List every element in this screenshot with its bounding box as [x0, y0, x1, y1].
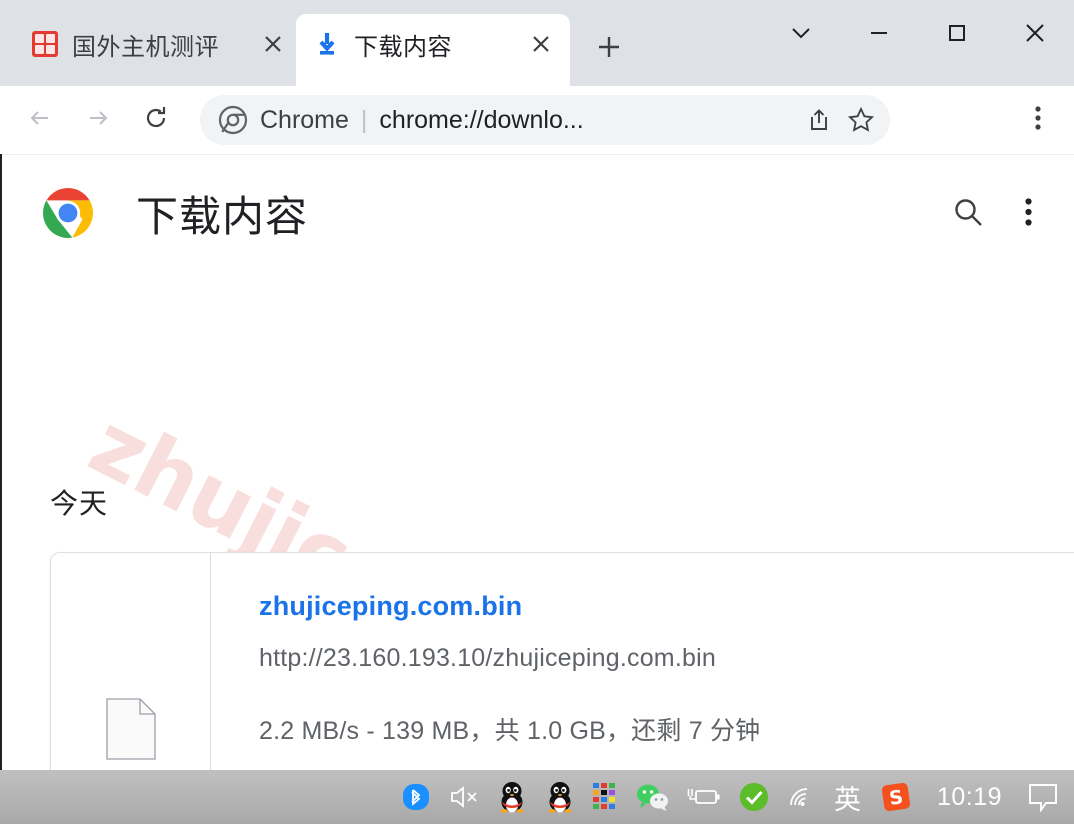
browser-window: 国外主机测评 下载内容 Chrome | chrome://downlo... …: [0, 0, 1074, 770]
notification-icon[interactable]: [1018, 770, 1068, 824]
forward-button[interactable]: [72, 94, 124, 146]
download-status-text: 2.2 MB/s - 139 MB，共 1.0 GB，还剩 7 分钟: [259, 717, 761, 745]
sogou-input-icon[interactable]: S: [871, 770, 921, 824]
chrome-icon: [218, 105, 248, 135]
window-controls: [762, 0, 1074, 70]
downloads-header-actions: [938, 184, 1058, 244]
download-item-card[interactable]: zhujiceping.com.bin http://23.160.193.10…: [50, 552, 1074, 770]
page-title: 下载内容: [136, 192, 309, 240]
square-icon: [945, 21, 969, 50]
color-grid-icon[interactable]: [584, 770, 626, 824]
search-downloads-button[interactable]: [938, 184, 998, 244]
wechat-icon[interactable]: [626, 770, 678, 824]
chrome-logo: [42, 187, 94, 239]
wifi-icon[interactable]: [778, 770, 824, 824]
download-file-icon-column: [51, 553, 211, 770]
tab-title: 国外主机测评: [72, 33, 219, 61]
arrow-left-icon: [26, 104, 54, 137]
battery-charging-icon[interactable]: [678, 770, 730, 824]
ime-indicator[interactable]: 英: [824, 778, 871, 817]
search-icon: [952, 196, 984, 233]
qq-icon-2[interactable]: [536, 770, 584, 824]
omnibox-scheme-label: Chrome: [260, 105, 349, 134]
close-icon[interactable]: [526, 29, 556, 59]
site-favicon-red: [32, 31, 58, 57]
browser-menu-button[interactable]: [1012, 94, 1064, 146]
tab-search-button[interactable]: [762, 0, 840, 70]
tab-title: 下载内容: [354, 33, 452, 61]
back-button[interactable]: [14, 94, 66, 146]
download-icon: [314, 31, 340, 57]
download-source-url: http://23.160.193.10/zhujiceping.com.bin: [259, 644, 716, 672]
download-filename-link[interactable]: zhujiceping.com.bin: [259, 591, 522, 622]
minimize-button[interactable]: [840, 0, 918, 70]
checkmark-green-icon[interactable]: [730, 770, 778, 824]
qq-icon[interactable]: [488, 770, 536, 824]
minus-icon: [867, 21, 891, 50]
star-icon[interactable]: [840, 99, 882, 141]
download-item-details: zhujiceping.com.bin http://23.160.193.10…: [211, 553, 1074, 770]
tab-strip: 国外主机测评 下载内容: [0, 0, 1074, 86]
close-window-button[interactable]: [996, 0, 1074, 70]
address-bar[interactable]: Chrome | chrome://downlo...: [200, 95, 890, 145]
windows-taskbar: 英 S 10:19: [0, 770, 1074, 824]
downloads-header: 下载内容: [0, 154, 1074, 272]
section-heading-today: 今天: [50, 488, 109, 519]
share-icon[interactable]: [798, 99, 840, 141]
speaker-muted-icon[interactable]: [440, 770, 488, 824]
new-tab-button[interactable]: [586, 26, 632, 72]
omnibox-separator: |: [360, 105, 368, 134]
plus-icon: [596, 34, 622, 65]
tab-site[interactable]: 国外主机测评: [14, 14, 302, 86]
reload-button[interactable]: [130, 94, 182, 146]
omnibox-url-text: chrome://downlo...: [379, 105, 584, 134]
arrow-right-icon: [84, 104, 112, 137]
taskbar-clock[interactable]: 10:19: [921, 783, 1018, 812]
three-dot-menu-icon: [1035, 105, 1041, 136]
browser-toolbar: Chrome | chrome://downlo...: [0, 86, 1074, 154]
reload-icon: [142, 104, 170, 137]
three-dot-menu-icon: [1024, 197, 1032, 232]
bluetooth-icon[interactable]: [392, 770, 440, 824]
file-icon: [105, 698, 156, 760]
chevron-down-icon: [789, 21, 813, 50]
downloads-page: 下载内容 今天 zhujiceping.com.bin http://23.16…: [0, 154, 1074, 770]
maximize-button[interactable]: [918, 0, 996, 70]
tab-downloads[interactable]: 下载内容: [296, 14, 570, 86]
close-icon: [1022, 20, 1048, 51]
downloads-menu-button[interactable]: [998, 184, 1058, 244]
close-icon[interactable]: [258, 29, 288, 59]
